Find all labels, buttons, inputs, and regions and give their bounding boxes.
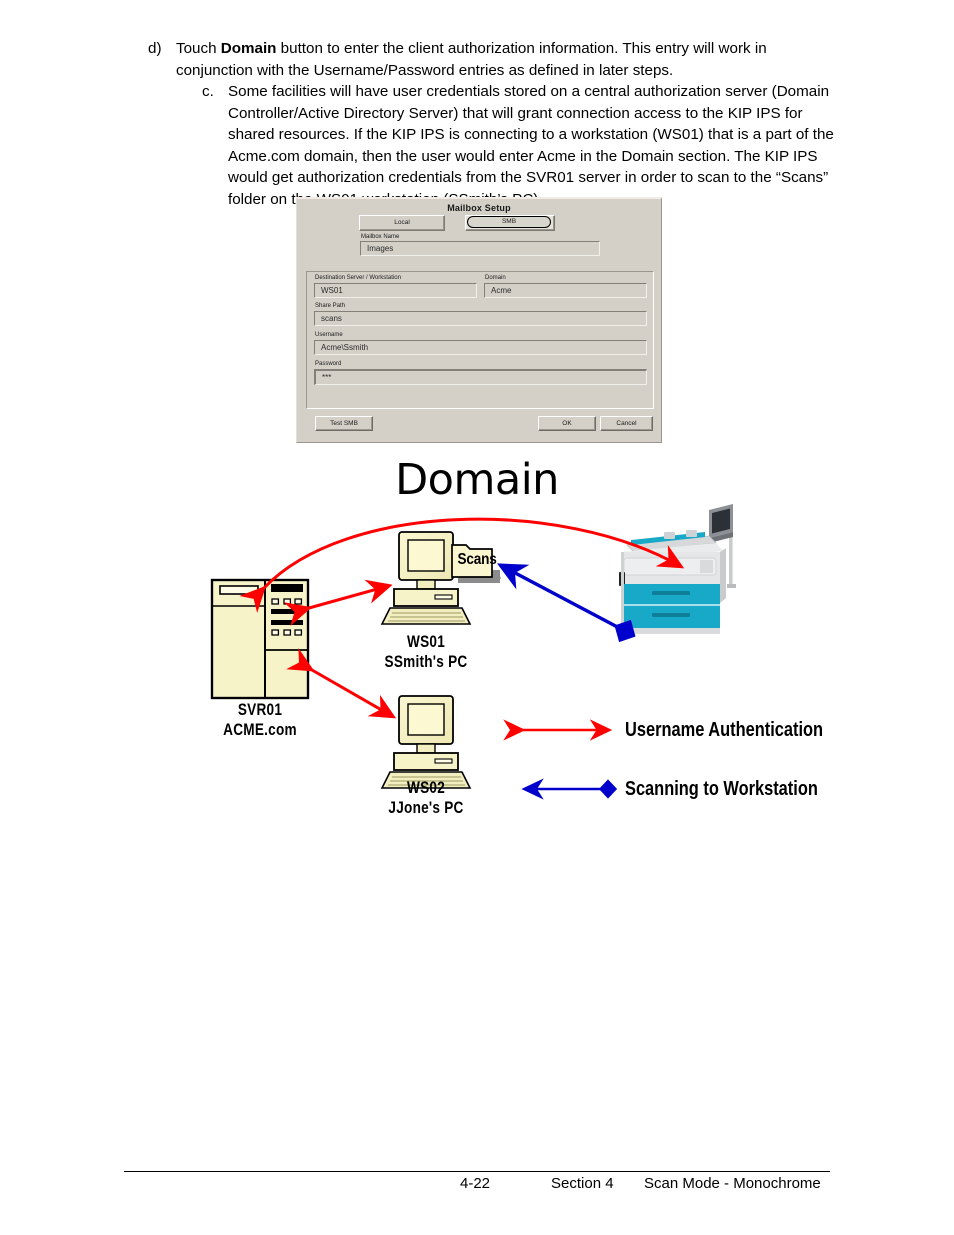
list-item-c: c. Some facilities will have user creden… bbox=[124, 81, 846, 210]
label-destination-server: Destination Server / Workstation bbox=[315, 275, 401, 281]
ws02-label-line1: WS02 bbox=[407, 778, 445, 797]
ws02-label-line2: JJone's PC bbox=[388, 798, 464, 817]
item-d-text-before: Touch bbox=[176, 40, 221, 57]
domain-keyword: Domain bbox=[220, 40, 277, 57]
input-destination-server[interactable]: WS01 bbox=[314, 283, 477, 298]
legend-label-authentication: Username Authentication bbox=[625, 719, 824, 741]
server-label: SVR01 ACME.com bbox=[196, 700, 324, 740]
label-share-path: Share Path bbox=[315, 303, 346, 309]
legend-label-scanning: Scanning to Workstation bbox=[625, 778, 818, 800]
label-username: Username bbox=[315, 332, 343, 338]
footer-page-number: 4-22 bbox=[460, 1175, 491, 1192]
label-mailbox-name: Mailbox Name bbox=[361, 234, 400, 240]
ws01-label-line1: WS01 bbox=[407, 632, 445, 651]
ok-button[interactable]: OK bbox=[538, 416, 596, 431]
test-smb-button[interactable]: Test SMB bbox=[315, 416, 373, 431]
server-icon bbox=[210, 578, 310, 700]
tab-smb[interactable]: SMB bbox=[465, 215, 555, 231]
footer-section: Section 4 bbox=[551, 1175, 614, 1192]
server-label-line1: SVR01 bbox=[237, 700, 283, 719]
dialog-title: Mailbox Setup bbox=[447, 203, 511, 213]
dialog-tab-row: Local SMB bbox=[355, 215, 605, 231]
scans-folder-label: Scans bbox=[457, 551, 497, 568]
server-label-line2: ACME.com bbox=[223, 720, 297, 739]
input-password[interactable]: *** bbox=[314, 369, 647, 385]
tab-local[interactable]: Local bbox=[359, 215, 445, 231]
list-marker-d: d) bbox=[148, 40, 162, 57]
mailbox-setup-dialog: Mailbox Setup Local SMB Mailbox Name Ima… bbox=[296, 197, 662, 443]
ws02-label: WS02 JJone's PC bbox=[362, 778, 490, 818]
ws01-label-line2: SSmith's PC bbox=[384, 652, 468, 671]
ws01-label: WS01 SSmith's PC bbox=[362, 632, 490, 672]
domain-network-diagram: Domain Scans SVR01 ACME.com WS01 SSmith'… bbox=[0, 448, 954, 838]
footer-mode: Scan Mode - Monochrome bbox=[644, 1175, 821, 1192]
input-mailbox-name[interactable]: Images bbox=[360, 241, 600, 256]
arrow-server-to-ws01 bbox=[283, 579, 393, 626]
instruction-text-block: d) Touch Domain button to enter the clie… bbox=[124, 38, 846, 210]
input-domain[interactable]: Acme bbox=[484, 283, 647, 298]
item-c-text: Some facilities will have user credentia… bbox=[228, 83, 834, 208]
footer-divider bbox=[124, 1171, 830, 1172]
kip-printer-icon bbox=[619, 504, 736, 634]
label-domain: Domain bbox=[485, 275, 506, 281]
arrow-printer-to-scans bbox=[496, 563, 636, 643]
workstation-ws02-icon bbox=[380, 695, 472, 789]
input-username[interactable]: Acme\Ssmith bbox=[314, 340, 647, 355]
cancel-button[interactable]: Cancel bbox=[600, 416, 653, 431]
tab-smb-label: SMB bbox=[467, 216, 551, 228]
list-marker-c: c. bbox=[202, 83, 214, 100]
input-share-path[interactable]: scans bbox=[314, 311, 647, 326]
label-password: Password bbox=[315, 361, 342, 367]
arrow-server-to-ws02 bbox=[286, 647, 397, 719]
list-item-d: d) Touch Domain button to enter the clie… bbox=[124, 38, 846, 81]
